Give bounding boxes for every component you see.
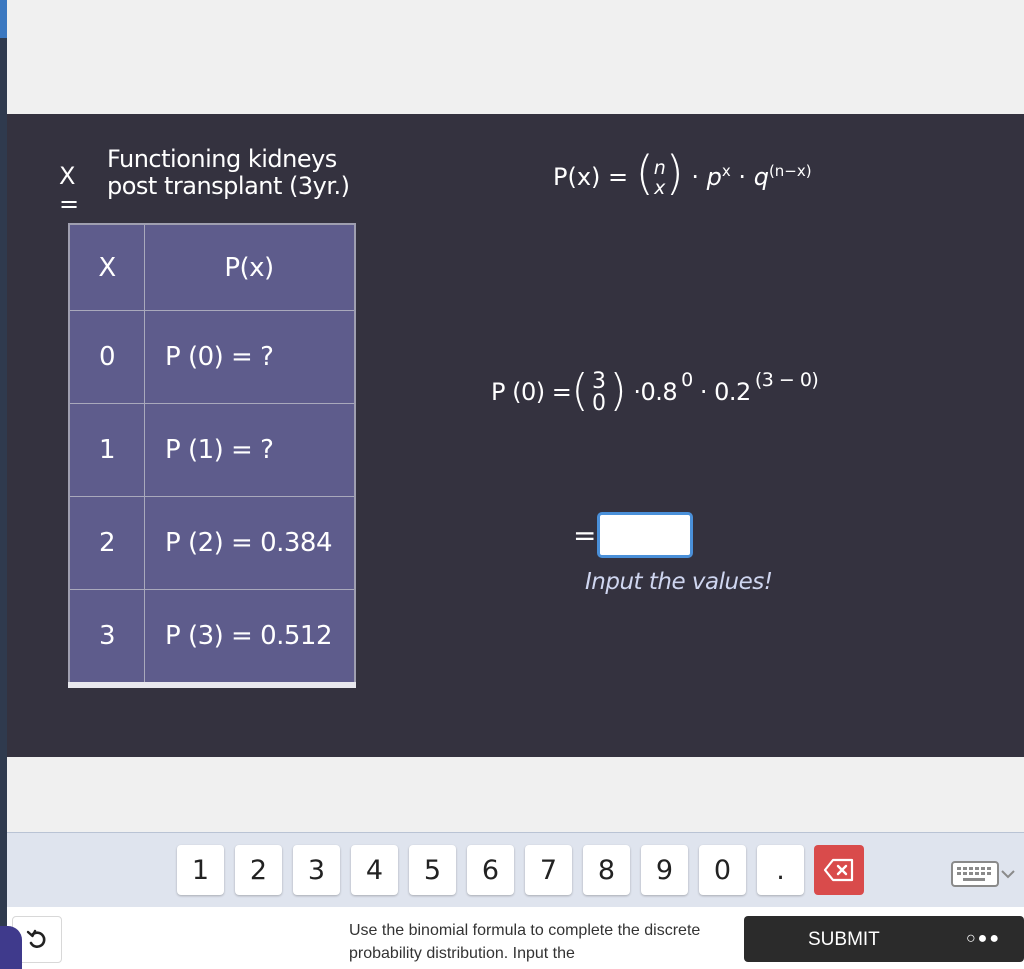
input-hint: Input the values!: [585, 569, 773, 595]
key-2[interactable]: 2: [235, 845, 282, 895]
progress-dots: ○●●: [966, 930, 1001, 947]
chevron-down-icon: [1001, 870, 1015, 879]
definition-line-1: Functioning kidneys: [107, 145, 337, 173]
binomial-formula: P(x) = (n x) · px · q(n−x): [553, 142, 812, 200]
table-row: 2 P (2) = 0.384: [68, 496, 356, 590]
equation-open-paren: (: [571, 365, 589, 416]
table-row: 0 P (0) = ?: [68, 310, 356, 404]
answer-input[interactable]: [597, 512, 693, 558]
table-row: 3 P (3) = 0.512: [68, 589, 356, 686]
cell-x: 2: [68, 496, 145, 590]
variable-description: Functioning kidneys post transplant (3yr…: [107, 146, 350, 200]
submit-label: SUBMIT: [808, 929, 880, 950]
table-row: 1 P (1) = ?: [68, 403, 356, 497]
keyboard-toggle-button[interactable]: [951, 861, 1017, 887]
variable-symbol: X =: [59, 162, 79, 218]
instruction-text: Use the binomial formula to complete the…: [349, 922, 701, 962]
key-decimal[interactable]: .: [757, 845, 804, 895]
numeric-keypad: 1 2 3 4 5 6 7 8 9 0 .: [7, 832, 1024, 908]
column-header-x: X: [68, 223, 145, 311]
key-4[interactable]: 4: [351, 845, 398, 895]
cell-x: 0: [68, 310, 145, 404]
formula-open-paren: (: [635, 146, 654, 200]
formula-q: q: [753, 163, 769, 191]
formula-binom-top: n: [653, 157, 666, 179]
key-3[interactable]: 3: [293, 845, 340, 895]
equation-p-exponent: 0: [681, 369, 693, 391]
formula-binom-bottom: x: [654, 177, 666, 199]
key-6[interactable]: 6: [467, 845, 514, 895]
formula-dot-1: ·: [691, 163, 700, 191]
cell-probability: P (1) = ?: [144, 403, 356, 497]
cell-probability: P (3) = 0.512: [144, 589, 356, 686]
cell-x: 1: [68, 403, 145, 497]
answer-equals-sign: =: [573, 519, 597, 552]
p0-equation: P (0) =(3 0) ·0.8 0 · 0.2 (3 − 0): [491, 360, 819, 416]
backspace-icon: [823, 858, 854, 882]
formula-q-exponent: (n−x): [768, 162, 812, 180]
equation-dot-2: ·: [699, 378, 708, 406]
key-0[interactable]: 0: [699, 845, 746, 895]
formula-p: p: [706, 163, 722, 191]
equation-lhs: P (0) =: [491, 378, 572, 406]
formula-dot-2: ·: [738, 163, 747, 191]
formula-lhs: P(x) =: [553, 163, 629, 191]
equation-q-exponent: (3 − 0): [754, 369, 819, 391]
key-1[interactable]: 1: [177, 845, 224, 895]
definition-line-2: post transplant (3yr.): [107, 172, 350, 200]
cell-x: 3: [68, 589, 145, 686]
equation-binom-bottom: 0: [592, 391, 606, 416]
equation-q-value: 0.2: [714, 378, 751, 406]
key-7[interactable]: 7: [525, 845, 572, 895]
footer-bar: Use the binomial formula to complete the…: [7, 907, 1024, 969]
column-header-px: P(x): [144, 223, 356, 311]
table-header-row: X P(x): [68, 223, 356, 311]
key-8[interactable]: 8: [583, 845, 630, 895]
key-9[interactable]: 9: [641, 845, 688, 895]
equation-close-paren: ): [609, 365, 627, 416]
top-blank-area: [7, 0, 1024, 114]
undo-icon: [26, 929, 46, 948]
spacer-area: [7, 757, 1024, 832]
equation-binomial: 30: [592, 371, 606, 415]
left-edge-strip: [0, 0, 7, 969]
cell-probability: P (0) = ?: [144, 310, 356, 404]
formula-close-paren: ): [665, 146, 684, 200]
submit-button[interactable]: SUBMIT ○●●: [744, 916, 1024, 962]
formula-p-exponent: x: [721, 162, 731, 180]
keyboard-icon: [951, 861, 999, 887]
key-5[interactable]: 5: [409, 845, 456, 895]
backspace-button[interactable]: [814, 845, 864, 895]
equation-p-value: 0.8: [640, 378, 678, 406]
cell-probability: P (2) = 0.384: [144, 496, 356, 590]
formula-binomial: nx: [654, 158, 666, 198]
problem-panel: X = Functioning kidneys post transplant …: [7, 114, 1024, 757]
probability-distribution-table: X P(x) 0 P (0) = ? 1 P (1) = ? 2 P (2) =…: [68, 223, 356, 688]
corner-tab[interactable]: [0, 926, 22, 969]
